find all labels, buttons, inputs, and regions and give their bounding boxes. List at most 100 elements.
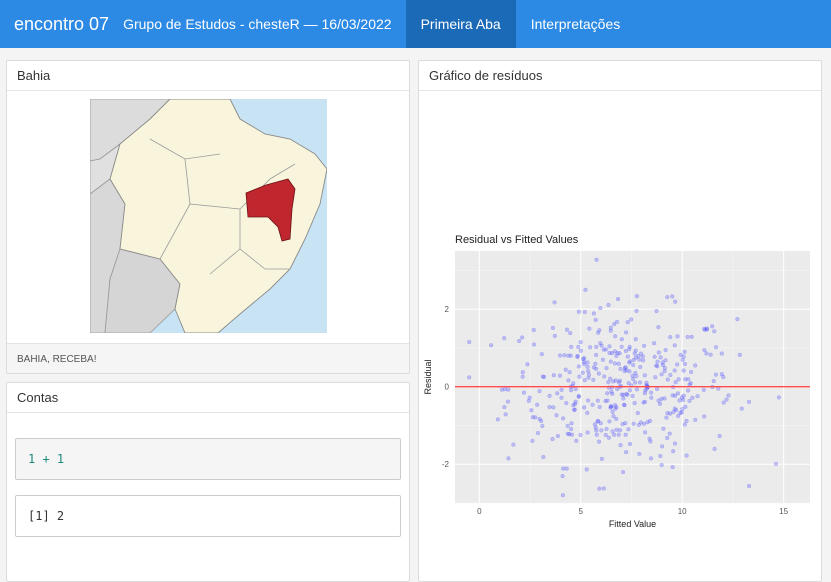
data-point — [617, 351, 622, 356]
data-point — [593, 361, 598, 366]
data-point — [701, 387, 706, 392]
data-point — [517, 338, 522, 344]
app-brand[interactable]: encontro 07 — [0, 14, 123, 35]
data-point — [605, 398, 610, 403]
data-point — [719, 351, 724, 356]
data-point — [535, 430, 541, 436]
data-point — [637, 451, 642, 457]
data-point — [623, 330, 629, 335]
data-point — [567, 370, 572, 375]
data-point — [641, 343, 647, 348]
data-point — [533, 415, 538, 420]
tab-label: Interpretações — [530, 16, 621, 32]
data-point — [572, 407, 577, 412]
data-point — [636, 422, 642, 428]
data-point — [595, 418, 601, 423]
data-point — [647, 436, 652, 441]
data-point — [587, 345, 593, 350]
data-point — [596, 371, 602, 376]
data-point — [608, 328, 613, 333]
data-point — [576, 309, 582, 314]
data-point — [554, 413, 559, 418]
data-point — [712, 446, 717, 452]
data-point — [613, 334, 618, 339]
data-point — [684, 418, 689, 424]
data-point — [615, 296, 621, 302]
data-point — [537, 416, 542, 422]
data-point — [597, 328, 602, 333]
data-point — [655, 359, 660, 364]
data-point — [578, 348, 583, 353]
data-point — [620, 422, 625, 427]
data-point — [693, 417, 698, 422]
data-point — [660, 444, 665, 449]
data-point — [557, 373, 563, 378]
data-point — [724, 397, 729, 402]
data-point — [665, 295, 670, 300]
data-point — [702, 326, 707, 331]
tab-primeira-aba[interactable]: Primeira Aba — [405, 0, 516, 48]
data-point — [610, 391, 615, 396]
data-point — [661, 426, 666, 431]
data-point — [671, 449, 676, 454]
x-axis-label: Fitted Value — [609, 519, 656, 529]
data-point — [675, 391, 681, 396]
data-point — [520, 374, 525, 379]
y-tick-label: 2 — [445, 305, 450, 314]
data-point — [642, 399, 648, 404]
data-point — [582, 356, 587, 361]
data-point — [654, 308, 659, 314]
data-point — [568, 388, 574, 393]
data-point — [529, 408, 534, 413]
data-point — [575, 354, 580, 360]
data-point — [664, 415, 669, 420]
data-point — [634, 387, 640, 392]
data-point — [637, 357, 642, 362]
data-point — [521, 390, 527, 395]
app-subtitle: Grupo de Estudos - chesteR — 16/03/2022 — [123, 16, 392, 32]
data-point — [502, 336, 507, 341]
data-point — [642, 391, 648, 396]
card-title: Bahia — [7, 61, 409, 91]
tab-interpretacoes[interactable]: Interpretações — [516, 0, 636, 48]
data-point — [606, 435, 612, 440]
data-point — [739, 406, 744, 411]
data-point — [602, 374, 607, 379]
data-point — [676, 377, 681, 382]
data-point — [682, 361, 688, 367]
data-point — [672, 343, 677, 348]
data-point — [704, 351, 709, 356]
data-point — [710, 324, 715, 329]
data-point — [721, 375, 726, 380]
data-point — [638, 364, 643, 370]
data-point — [467, 375, 472, 380]
data-point — [670, 294, 675, 299]
data-point — [695, 394, 700, 399]
data-point — [675, 334, 680, 339]
data-point — [520, 370, 525, 375]
data-point — [627, 388, 633, 393]
data-point — [654, 386, 660, 392]
data-point — [596, 439, 602, 444]
data-point — [668, 372, 673, 378]
data-point — [527, 395, 532, 400]
data-point — [713, 372, 719, 377]
data-point — [569, 344, 574, 350]
data-point — [658, 453, 663, 459]
data-point — [594, 257, 599, 262]
data-point — [537, 389, 542, 394]
data-point — [550, 436, 555, 442]
bahia-card: Bahia BAHIA, RECEBA! — [6, 60, 410, 374]
data-point — [674, 408, 679, 413]
data-point — [583, 287, 588, 292]
data-point — [502, 405, 507, 410]
data-point — [608, 404, 614, 409]
data-point — [630, 373, 635, 378]
data-point — [577, 374, 582, 379]
data-point — [621, 396, 626, 401]
data-point — [594, 352, 599, 358]
data-point — [597, 486, 602, 491]
data-point — [584, 467, 589, 472]
data-point — [656, 325, 661, 330]
data-point — [677, 398, 682, 403]
